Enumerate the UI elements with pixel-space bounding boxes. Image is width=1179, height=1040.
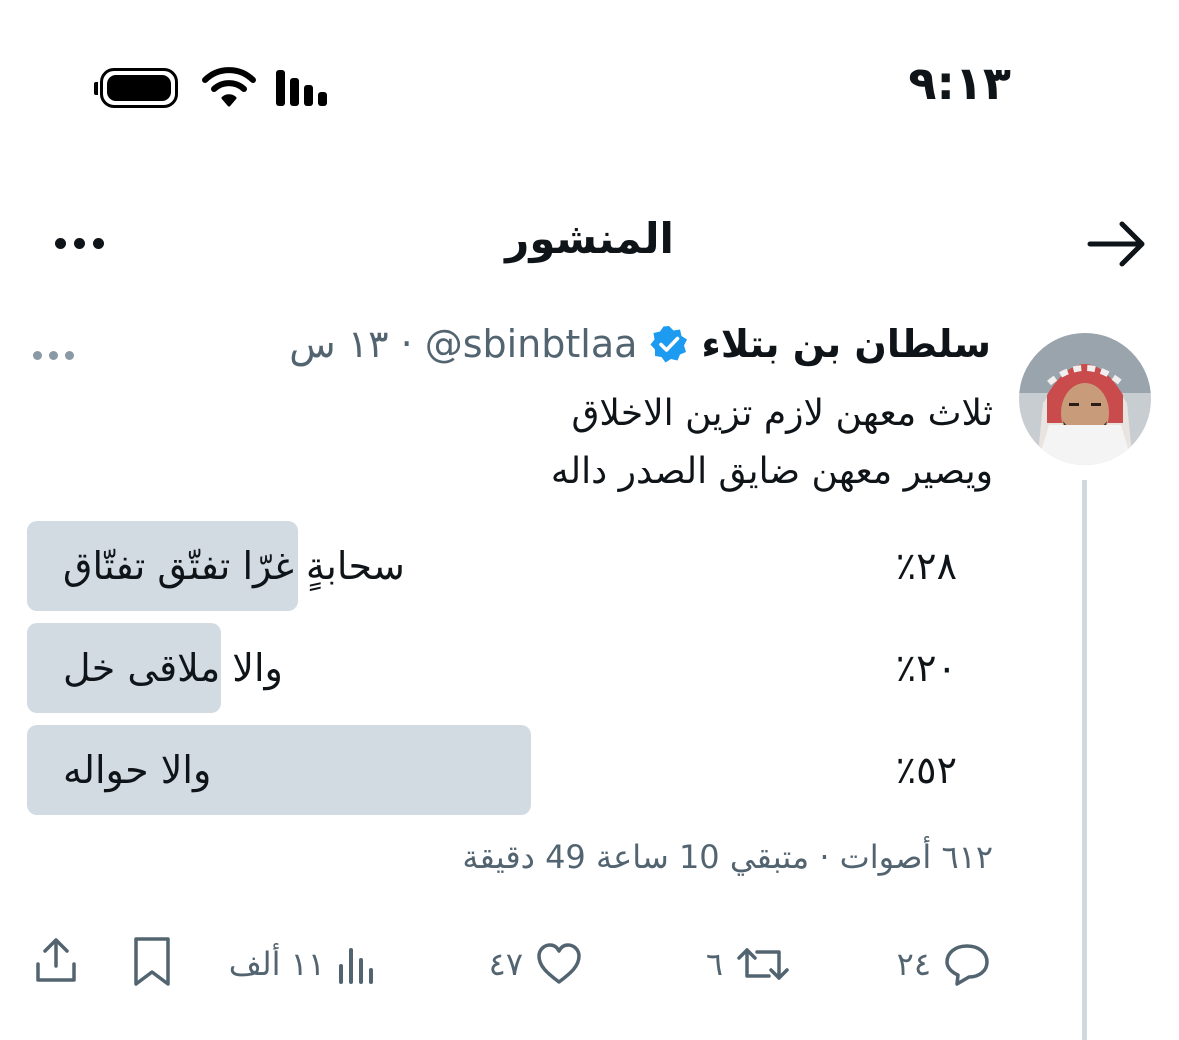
poll-percent: ٢٨٪	[895, 544, 957, 588]
views-button[interactable]: ١١ ألف	[229, 936, 377, 992]
reply-icon	[945, 944, 989, 986]
signal-icon	[276, 70, 327, 106]
heart-icon	[537, 943, 581, 984]
more-options-icon[interactable]	[55, 234, 112, 253]
verified-badge-icon	[650, 326, 688, 363]
repost-count: ٦	[705, 945, 723, 983]
poll-label: والا حواله	[63, 748, 212, 792]
separator-dot: ·	[400, 322, 413, 366]
battery-icon	[94, 68, 178, 108]
poll-label: والا ملاقى خل	[63, 646, 283, 690]
views-chart-icon	[339, 948, 373, 984]
author-name[interactable]: سلطان بن بتلاء	[701, 322, 991, 366]
poll-label: سحابةٍ غرّا تفتّق تفتّاق	[63, 544, 405, 588]
views-count: ١١ ألف	[228, 945, 325, 983]
avatar[interactable]	[1019, 333, 1151, 465]
page-title: المنشور	[505, 214, 674, 263]
post-text-line-2: ويصير معهن ضايق الصدر داله	[550, 451, 993, 492]
reply-count: ٢٤	[896, 945, 931, 983]
poll-percent: ٥٢٪	[895, 748, 957, 792]
like-button[interactable]: ٤٧	[489, 936, 583, 992]
poll-option-3: ٥٢٪ والا حواله	[27, 725, 993, 815]
poll-meta: ٦١٢ أصوات · متبقي 10 ساعة 49 دقيقة	[462, 838, 993, 876]
status-time: ٩:١٣	[908, 56, 1011, 110]
post-header: سلطان بن بتلاء @sbinbtlaa · ١٣ س	[289, 322, 991, 366]
repost-button[interactable]: ٦	[706, 936, 791, 992]
post-more-icon[interactable]	[33, 345, 81, 364]
bookmark-icon[interactable]	[131, 936, 173, 988]
author-handle[interactable]: @sbinbtlaa	[425, 322, 638, 366]
wifi-icon	[202, 67, 256, 107]
post-time[interactable]: ١٣ س	[289, 322, 388, 366]
poll-percent: ٢٠٪	[895, 646, 957, 690]
share-icon[interactable]	[34, 936, 78, 984]
poll-option-1: ٢٨٪ سحابةٍ غرّا تفتّق تفتّاق	[27, 521, 993, 611]
post-text-line-1: ثلاث معهن لازم تزين الاخلاق	[571, 393, 993, 434]
thread-line	[1082, 480, 1087, 1040]
repost-icon	[737, 948, 789, 980]
like-count: ٤٧	[488, 945, 523, 983]
poll-option-2: ٢٠٪ والا ملاقى خل	[27, 623, 993, 713]
reply-button[interactable]: ٢٤	[897, 936, 991, 992]
post-text: ثلاث معهن لازم تزين الاخلاق ويصير معهن ض…	[273, 385, 993, 501]
